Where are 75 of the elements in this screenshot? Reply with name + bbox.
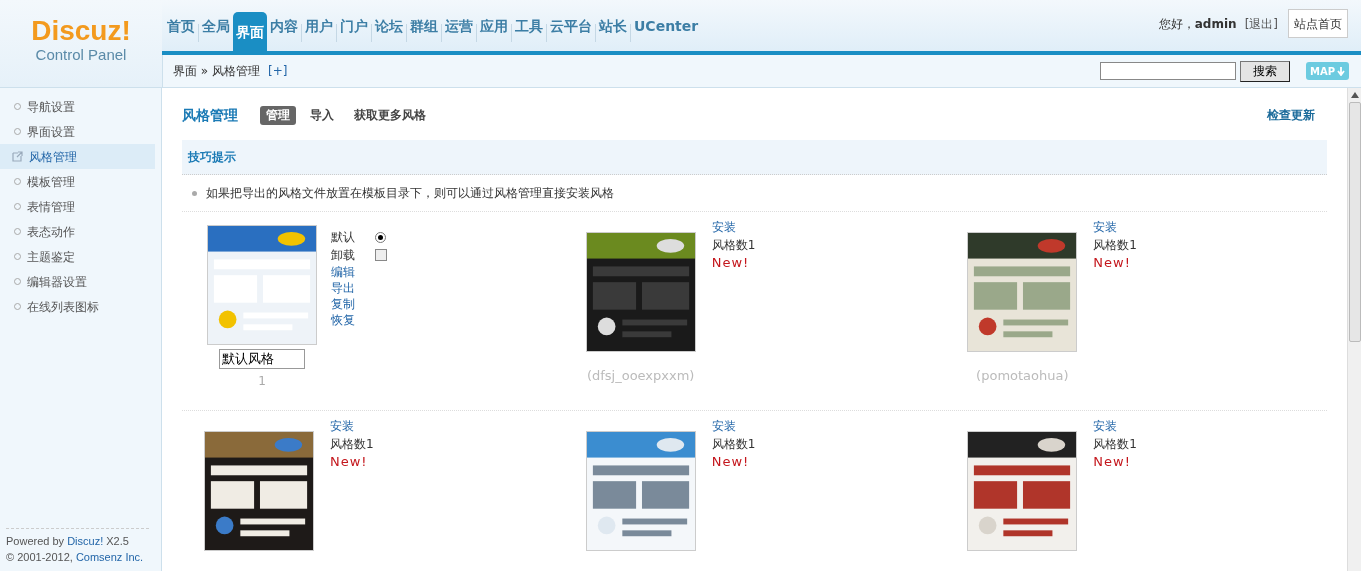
nav-tab[interactable]: 工具 bbox=[512, 7, 546, 46]
style-count: 风格数1 bbox=[330, 436, 374, 453]
sidebar-item[interactable]: 风格管理 bbox=[0, 144, 155, 169]
user-greeting: 您好，admin bbox=[1158, 16, 1237, 33]
install-link[interactable]: 安装 bbox=[711, 218, 736, 236]
new-label: New! bbox=[711, 254, 751, 272]
style-action-link[interactable]: 编辑 bbox=[331, 264, 355, 280]
new-label: New! bbox=[711, 453, 751, 471]
new-label: New! bbox=[1093, 254, 1132, 272]
nav-tab[interactable]: 站长 bbox=[596, 7, 630, 46]
install-link[interactable]: 安装 bbox=[330, 417, 354, 435]
tips-title: 技巧提示 bbox=[188, 149, 236, 166]
nav-tab[interactable]: UCenter bbox=[631, 7, 702, 46]
nav-tab[interactable]: 门户 bbox=[337, 7, 371, 46]
copyright-text: © 2001-2012, Comsenz Inc. bbox=[6, 550, 144, 565]
nav-tab[interactable]: 首页 bbox=[164, 7, 198, 46]
install-link[interactable]: 安装 bbox=[1093, 218, 1118, 236]
nav-tab[interactable]: 运营 bbox=[442, 7, 476, 46]
nav-tab[interactable]: 应用 bbox=[477, 7, 511, 46]
site-home-button[interactable]: 站点首页 bbox=[1288, 9, 1348, 38]
nav-tab[interactable]: 论坛 bbox=[372, 7, 406, 46]
style-action-link[interactable]: 恢复 bbox=[331, 312, 355, 328]
logout-link[interactable]: [退出] bbox=[1244, 15, 1278, 33]
style-count: 风格数1 bbox=[711, 436, 756, 453]
style-caption: (pomotaohua) bbox=[976, 367, 1069, 385]
new-label: New! bbox=[1093, 453, 1132, 471]
page-tab[interactable]: 导入 bbox=[304, 105, 340, 125]
default-label: 默认 bbox=[331, 229, 355, 246]
install-link[interactable]: 安装 bbox=[1093, 417, 1118, 435]
style-caption: (dfsj_ooexpxxm) bbox=[586, 367, 695, 385]
sidebar-item[interactable]: 编辑器设置 bbox=[0, 269, 155, 294]
style-count: 风格数1 bbox=[1093, 436, 1137, 453]
sidebar-item[interactable]: 在线列表图标 bbox=[0, 294, 155, 319]
nav-tab[interactable]: 用户 bbox=[302, 7, 336, 46]
scrollbar[interactable] bbox=[1347, 88, 1361, 571]
nav-tab[interactable]: 全局 bbox=[199, 7, 233, 46]
style-action-link[interactable]: 导出 bbox=[331, 280, 355, 296]
external-link-icon bbox=[12, 151, 23, 162]
breadcrumb: 界面 » 风格管理 bbox=[173, 63, 260, 80]
bullet-icon bbox=[192, 190, 197, 196]
sidebar-item[interactable]: 表情管理 bbox=[0, 194, 155, 219]
uninstall-checkbox[interactable] bbox=[375, 249, 387, 261]
add-shortcut-link[interactable]: [+] bbox=[268, 62, 288, 80]
new-label: New! bbox=[330, 453, 369, 471]
sidebar-item[interactable]: 主题鉴定 bbox=[0, 244, 155, 269]
logo-subtitle: Control Panel bbox=[35, 46, 127, 64]
uninstall-label: 卸载 bbox=[331, 247, 355, 264]
nav-tab[interactable]: 界面 bbox=[233, 12, 267, 51]
search-field[interactable] bbox=[1099, 62, 1236, 80]
page-tab[interactable]: 获取更多风格 bbox=[348, 105, 432, 125]
tip-text: 如果把导出的风格文件放置在模板目录下，则可以通过风格管理直接安装风格 bbox=[206, 185, 614, 202]
sidebar-item[interactable]: 导航设置 bbox=[0, 94, 155, 119]
company-link[interactable]: Comsenz Inc. bbox=[75, 551, 144, 563]
sidebar-item[interactable]: 界面设置 bbox=[0, 119, 155, 144]
product-link[interactable]: Discuz! bbox=[67, 535, 104, 547]
nav-tab[interactable]: 云平台 bbox=[547, 7, 595, 46]
install-link[interactable]: 安装 bbox=[711, 417, 736, 435]
down-arrow-icon bbox=[1337, 66, 1345, 76]
style-name-field[interactable]: 默认风格 bbox=[219, 349, 305, 369]
logo-title: Discuz! bbox=[31, 16, 131, 46]
search-button[interactable]: 搜索 bbox=[1239, 60, 1290, 82]
page-title: 风格管理 bbox=[182, 105, 238, 125]
nav-tab[interactable]: 群组 bbox=[407, 7, 441, 46]
style-id: 1 bbox=[258, 373, 266, 390]
nav-tab[interactable]: 内容 bbox=[267, 7, 301, 46]
style-action-link[interactable]: 复制 bbox=[331, 296, 355, 312]
style-count: 风格数1 bbox=[1093, 237, 1137, 254]
sidebar-item[interactable]: 模板管理 bbox=[0, 169, 155, 194]
page-tab[interactable]: 管理 bbox=[260, 105, 296, 125]
style-count: 风格数1 bbox=[711, 237, 756, 254]
sidebar-item[interactable]: 表态动作 bbox=[0, 219, 155, 244]
powered-by-text: Powered by Discuz! X2.5 bbox=[6, 534, 129, 549]
default-radio[interactable] bbox=[375, 231, 386, 243]
scroll-up-icon[interactable] bbox=[1350, 92, 1359, 98]
check-update-link[interactable]: 检查更新 bbox=[1267, 106, 1315, 124]
